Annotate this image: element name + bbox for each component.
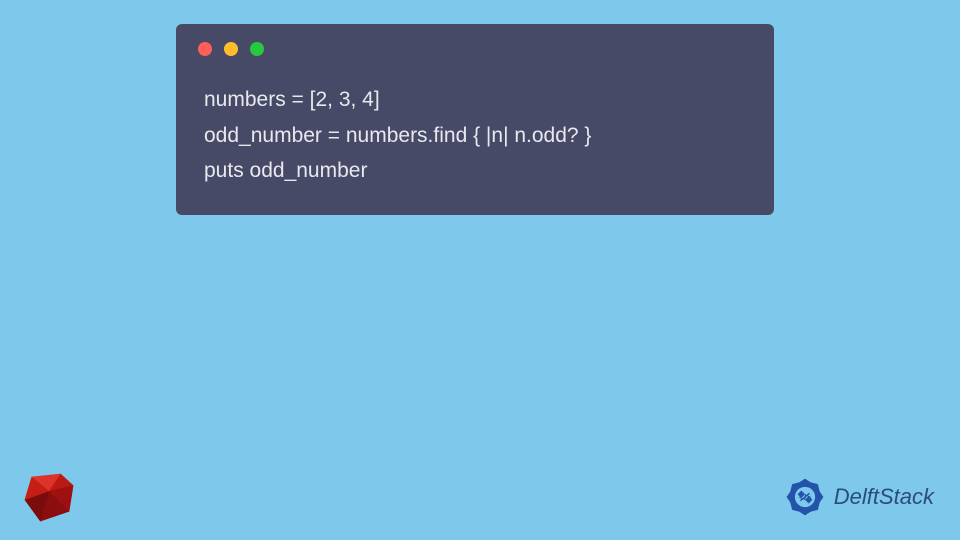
maximize-icon: [250, 42, 264, 56]
ruby-logo-icon: [20, 468, 78, 526]
code-content: numbers = [2, 3, 4] odd_number = numbers…: [176, 66, 774, 195]
svg-text:</>: </>: [799, 493, 811, 502]
close-icon: [198, 42, 212, 56]
window-controls: [176, 24, 774, 66]
delftstack-badge-icon: </>: [782, 474, 828, 520]
code-line: puts odd_number: [204, 153, 746, 189]
delftstack-brand-text: DelftStack: [834, 484, 934, 510]
code-window: numbers = [2, 3, 4] odd_number = numbers…: [176, 24, 774, 215]
minimize-icon: [224, 42, 238, 56]
code-line: numbers = [2, 3, 4]: [204, 82, 746, 118]
delftstack-logo: </> DelftStack: [782, 474, 934, 520]
code-line: odd_number = numbers.find { |n| n.odd? }: [204, 118, 746, 154]
